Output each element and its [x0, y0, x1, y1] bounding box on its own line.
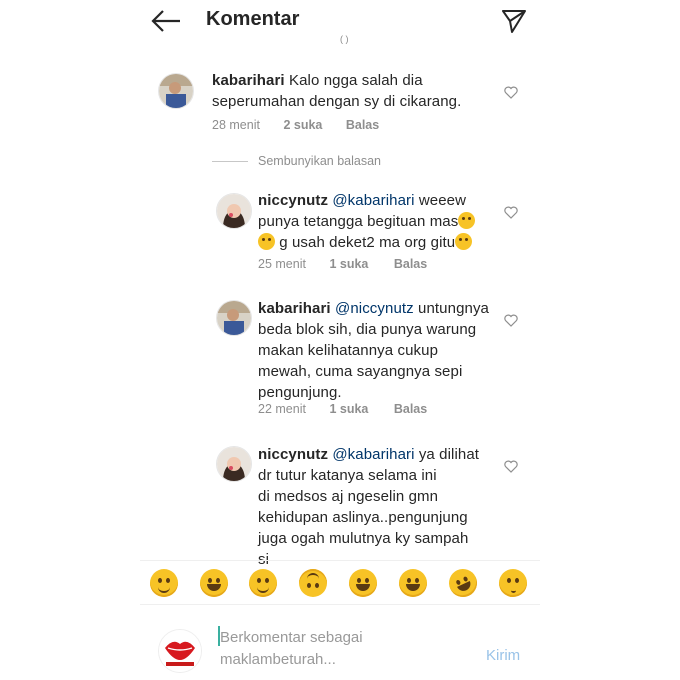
avatar-photo	[159, 74, 193, 108]
comment-username[interactable]: niccynutz	[258, 446, 328, 463]
comment-input[interactable]: Berkomentar sebagai maklambeturah...	[220, 627, 420, 671]
face-with-tongue-emoji	[458, 212, 476, 229]
comment-username[interactable]: kabarihari	[258, 300, 331, 317]
kissing-face-icon[interactable]	[499, 569, 527, 597]
user-avatar	[158, 629, 202, 673]
reply-button[interactable]: Balas	[394, 402, 427, 416]
heart-icon[interactable]	[504, 314, 518, 327]
grinning-face-emoji	[258, 233, 275, 250]
mention-link[interactable]: @niccynutz	[335, 300, 414, 317]
avatar[interactable]	[216, 193, 252, 229]
comment-meta: 28 menit 2 suka Balas	[212, 118, 379, 132]
beaming-face-icon[interactable]	[399, 569, 427, 597]
heart-icon[interactable]	[504, 86, 518, 99]
comment-time: 22 menit	[258, 402, 306, 416]
emoji-shortcut-bar	[140, 560, 540, 605]
avatar-photo	[217, 194, 251, 228]
hide-replies-button[interactable]: Sembunyikan balasan	[258, 154, 381, 168]
submit-comment-button[interactable]: Kirim	[486, 647, 520, 664]
grinning-face-icon[interactable]	[200, 569, 228, 597]
phone-screen: Komentar ( ) kabarihari Kalo ngga salah …	[140, 0, 540, 680]
smiling-face-icon[interactable]	[150, 569, 178, 597]
smiling-face-emoji	[455, 233, 473, 250]
avatar[interactable]	[216, 300, 252, 336]
comment-username[interactable]: kabarihari	[212, 72, 285, 89]
comment-time: 28 menit	[212, 118, 260, 132]
reply-text: niccynutz @kabarihari weeew punya tetang…	[258, 190, 518, 253]
comment-time: 25 menit	[258, 257, 306, 271]
comment-likes[interactable]: 1 suka	[329, 402, 368, 416]
reply-button[interactable]: Balas	[346, 118, 379, 132]
comment-input-bar: Berkomentar sebagai maklambeturah... Kir…	[140, 604, 540, 680]
avatar[interactable]	[158, 73, 194, 109]
page-title: Komentar	[206, 8, 300, 30]
upside-down-face-icon[interactable]	[299, 569, 327, 597]
comment-username[interactable]: niccynutz	[258, 192, 328, 209]
scroll-cutoff-content: ( )	[340, 34, 349, 44]
avatar[interactable]	[216, 446, 252, 482]
heart-icon[interactable]	[504, 460, 518, 473]
lips-logo-icon	[159, 630, 201, 672]
comment-likes[interactable]: 2 suka	[283, 118, 322, 132]
arrow-left-icon[interactable]	[150, 8, 182, 34]
comment-likes[interactable]: 1 suka	[329, 257, 368, 271]
comment-text: kabarihari Kalo ngga salah dia seperumah…	[212, 72, 462, 110]
reply-button[interactable]: Balas	[394, 257, 427, 271]
avatar-photo	[217, 301, 251, 335]
reply-meta: 25 menit 1 suka Balas	[258, 257, 427, 271]
direct-send-icon[interactable]	[500, 7, 528, 35]
divider	[212, 161, 248, 162]
reply-text: niccynutz @kabarihari ya dilihat dr tutu…	[258, 446, 480, 568]
mention-link[interactable]: @kabarihari	[332, 446, 414, 463]
grinning-squinting-face-icon[interactable]	[349, 569, 377, 597]
avatar-photo	[217, 447, 251, 481]
face-with-tears-of-joy-icon[interactable]	[444, 564, 482, 602]
reply-meta: 22 menit 1 suka Balas	[258, 402, 427, 416]
slightly-smiling-face-icon[interactable]	[249, 569, 277, 597]
heart-icon[interactable]	[504, 206, 518, 219]
mention-link[interactable]: @kabarihari	[332, 192, 414, 209]
reply-text: kabarihari @niccynutz untungnya beda blo…	[258, 300, 489, 401]
